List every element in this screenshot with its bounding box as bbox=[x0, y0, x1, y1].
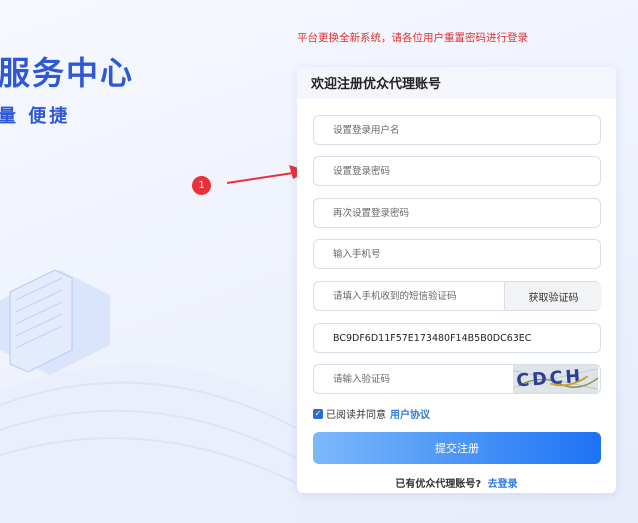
go-login-link[interactable]: 去登录 bbox=[488, 479, 518, 490]
username-input[interactable] bbox=[314, 116, 600, 144]
token-value: BC9DF6D11F57E173480F14B5B0DC63EC bbox=[333, 332, 532, 344]
submit-register-button[interactable]: 提交注册 bbox=[313, 432, 601, 464]
captcha-image[interactable]: CDCH bbox=[510, 365, 601, 393]
captcha-field[interactable]: CDCH bbox=[313, 364, 601, 394]
agree-checkbox[interactable]: ✓ bbox=[313, 408, 323, 419]
login-prompt: 已有优众代理账号? bbox=[395, 479, 482, 490]
phone-field[interactable] bbox=[313, 239, 601, 269]
step-badge: 1 bbox=[192, 176, 211, 195]
captcha-input[interactable] bbox=[314, 365, 510, 393]
get-sms-code-button[interactable]: 获取验证码 bbox=[504, 282, 602, 310]
isometric-illustration bbox=[0, 269, 300, 523]
form-header: 欢迎注册优众代理账号 bbox=[297, 67, 616, 99]
sms-code-input[interactable] bbox=[314, 282, 504, 310]
password-confirm-field[interactable] bbox=[313, 198, 601, 228]
system-notice: 平台更换全新系统，请各位用户重置密码进行登录 bbox=[297, 32, 528, 44]
hero-title: 服务中心 bbox=[0, 54, 135, 92]
username-field[interactable] bbox=[313, 115, 601, 145]
register-form: 欢迎注册优众代理账号 获取验证码 BC9DF6D11F57E173480F14B… bbox=[297, 67, 616, 493]
form-title: 欢迎注册优众代理账号 bbox=[311, 77, 442, 92]
phone-input[interactable] bbox=[314, 240, 600, 268]
agree-text: 已阅读并同意 bbox=[326, 410, 386, 421]
hero-subtitle: 量 便捷 bbox=[0, 106, 71, 127]
sms-code-field[interactable]: 获取验证码 bbox=[313, 281, 602, 311]
user-agreement-link[interactable]: 用户协议 bbox=[390, 406, 430, 421]
password-confirm-input[interactable] bbox=[314, 199, 600, 227]
password-input[interactable] bbox=[314, 157, 600, 185]
password-field[interactable] bbox=[313, 156, 601, 186]
token-field[interactable]: BC9DF6D11F57E173480F14B5B0DC63EC bbox=[313, 323, 601, 353]
agreement-row: ✓ 已阅读并同意 用户协议 bbox=[313, 406, 430, 421]
login-prompt-row: 已有优众代理账号? 去登录 bbox=[297, 475, 616, 490]
